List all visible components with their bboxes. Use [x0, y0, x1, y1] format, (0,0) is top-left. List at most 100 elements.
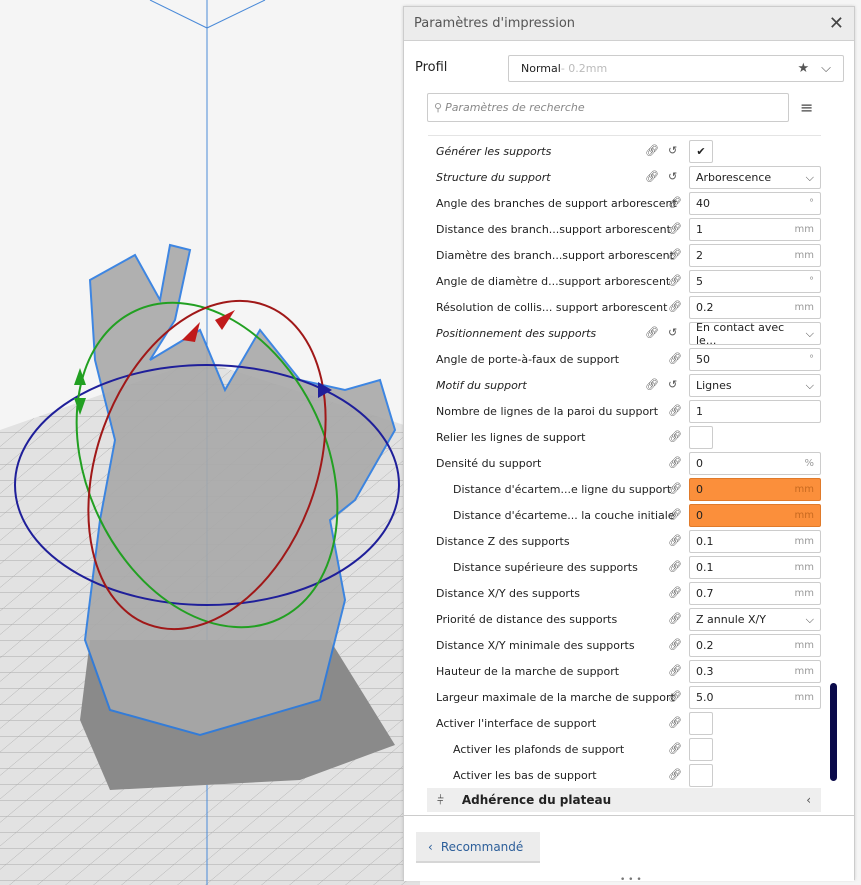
- link-icon[interactable]: 🔗︎: [668, 664, 682, 677]
- select-value: En contact avec le...: [696, 320, 785, 347]
- setting-row: Distance d'écarteme... la couche initial…: [404, 502, 824, 528]
- setting-select[interactable]: En contact avec le... ⌵: [689, 320, 821, 347]
- setting-label: Distance supérieure des supports: [453, 561, 638, 574]
- scrollbar[interactable]: [830, 683, 837, 781]
- setting-row: Structure du support 🔗︎ ↺ Arborescence ⌵: [404, 164, 824, 190]
- setting-input[interactable]: 1 mm: [689, 218, 821, 241]
- input-value: 2: [696, 249, 703, 262]
- reset-icon[interactable]: ↺: [668, 378, 677, 391]
- setting-input[interactable]: 0 mm: [689, 478, 821, 501]
- settings-list: Générer les supports 🔗︎ ↺ ✔ Structure du sup…: [404, 138, 824, 788]
- link-icon[interactable]: 🔗︎: [645, 144, 659, 157]
- setting-row: Positionnement des supports 🔗︎ ↺ En contact…: [404, 320, 824, 347]
- input-value: 0: [696, 509, 703, 522]
- setting-row: Densité du support 🔗︎ 0%: [404, 450, 824, 476]
- setting-label: Angle de porte-à-faux de support: [436, 353, 620, 366]
- profile-value: Normal: [521, 62, 561, 75]
- setting-input[interactable]: 0.7 mm: [689, 582, 821, 605]
- link-icon[interactable]: 🔗︎: [668, 248, 682, 261]
- setting-input[interactable]: 0.3 mm: [689, 660, 821, 683]
- close-icon[interactable]: ✕: [829, 13, 844, 34]
- setting-checkbox[interactable]: [689, 426, 713, 449]
- setting-label: Angle de diamètre d...support arborescen…: [436, 275, 671, 288]
- setting-label: Nombre de lignes de la paroi du support: [436, 405, 659, 418]
- hamburger-menu-icon[interactable]: ≡: [800, 98, 813, 117]
- chevron-left-icon: ‹: [806, 793, 811, 807]
- setting-input[interactable]: 0.2 mm: [689, 634, 821, 657]
- input-value: 0: [696, 457, 703, 470]
- recommended-label: Recommandé: [440, 839, 524, 854]
- link-icon[interactable]: 🔗︎: [668, 300, 682, 313]
- setting-label: Activer les bas de support: [453, 769, 597, 782]
- link-icon[interactable]: 🔗︎: [668, 586, 682, 599]
- section-bed-adhesion[interactable]: ⫩ Adhérence du plateau ‹: [427, 788, 821, 812]
- search-input[interactable]: ⚲ Paramètres de recherche: [427, 93, 789, 122]
- link-icon[interactable]: 🔗︎: [668, 482, 682, 495]
- link-icon[interactable]: 🔗︎: [668, 352, 682, 365]
- setting-input[interactable]: 0 mm: [689, 504, 821, 527]
- setting-input[interactable]: 0.1 mm: [689, 556, 821, 579]
- link-icon[interactable]: 🔗︎: [668, 716, 682, 729]
- setting-input[interactable]: 50 °: [689, 348, 821, 371]
- setting-label: Distance d'écartem...e ligne du support: [453, 483, 672, 496]
- reset-icon[interactable]: ↺: [668, 170, 677, 183]
- link-icon[interactable]: 🔗︎: [668, 274, 682, 287]
- input-value: 5.0: [696, 691, 714, 704]
- profile-select[interactable]: Normal - 0.2mm ★ ⌵: [508, 55, 844, 82]
- setting-input[interactable]: 0.2 mm: [689, 296, 821, 319]
- setting-label: Diamètre des branch...support arborescen…: [436, 249, 674, 262]
- setting-input[interactable]: 0%: [689, 452, 821, 475]
- resize-handle[interactable]: • • •: [620, 875, 642, 885]
- select-value: Lignes: [696, 379, 732, 392]
- link-icon[interactable]: 🔗︎: [668, 404, 682, 417]
- link-icon[interactable]: 🔗︎: [645, 378, 659, 391]
- link-icon[interactable]: 🔗︎: [668, 768, 682, 781]
- link-icon[interactable]: 🔗︎: [668, 456, 682, 469]
- link-icon[interactable]: 🔗︎: [668, 612, 682, 625]
- link-icon[interactable]: 🔗︎: [668, 508, 682, 521]
- input-value: 0.2: [696, 639, 714, 652]
- link-icon[interactable]: 🔗︎: [668, 742, 682, 755]
- reset-icon[interactable]: ↺: [668, 144, 677, 157]
- setting-checkbox[interactable]: [689, 712, 713, 735]
- setting-row: Activer les plafonds de support 🔗︎: [404, 736, 824, 762]
- setting-input[interactable]: 5.0 mm: [689, 686, 821, 709]
- setting-checkbox[interactable]: [689, 738, 713, 761]
- unit-label: mm: [794, 510, 814, 521]
- recommended-button[interactable]: ‹ Recommandé: [416, 832, 540, 863]
- setting-checkbox[interactable]: [689, 764, 713, 787]
- reset-icon[interactable]: ↺: [668, 326, 677, 339]
- setting-row: Distance X/Y minimale des supports 🔗︎ 0.2 m…: [404, 632, 824, 658]
- link-icon[interactable]: 🔗︎: [668, 534, 682, 547]
- link-icon[interactable]: 🔗︎: [668, 560, 682, 573]
- setting-row: Angle de diamètre d...support arborescen…: [404, 268, 824, 294]
- unit-label: mm: [794, 484, 814, 495]
- link-icon[interactable]: 🔗︎: [668, 638, 682, 651]
- setting-row: Motif du support 🔗︎ ↺ Lignes ⌵: [404, 372, 824, 398]
- star-icon[interactable]: ★: [797, 61, 809, 76]
- profile-row: Profil Normal - 0.2mm ★ ⌵: [404, 55, 854, 83]
- setting-input[interactable]: 2 mm: [689, 244, 821, 267]
- setting-input[interactable]: 5 °: [689, 270, 821, 293]
- setting-select[interactable]: Arborescence ⌵: [689, 166, 821, 189]
- setting-input[interactable]: 0.1 mm: [689, 530, 821, 553]
- setting-input[interactable]: 40 °: [689, 192, 821, 215]
- link-icon[interactable]: 🔗︎: [668, 690, 682, 703]
- link-icon[interactable]: 🔗︎: [668, 196, 682, 209]
- setting-row: Distance des branch...support arborescen…: [404, 216, 824, 242]
- setting-select[interactable]: Lignes ⌵: [689, 374, 821, 397]
- bed-adhesion-icon: ⫩: [437, 792, 444, 807]
- link-icon[interactable]: 🔗︎: [645, 326, 659, 339]
- chevron-down-icon: ⌵: [805, 612, 814, 626]
- setting-select[interactable]: Z annule X/Y ⌵: [689, 608, 821, 631]
- link-icon[interactable]: 🔗︎: [668, 222, 682, 235]
- setting-label: Distance d'écarteme... la couche initial…: [453, 509, 675, 522]
- setting-label: Distance X/Y minimale des supports: [436, 639, 635, 652]
- link-icon[interactable]: 🔗︎: [645, 170, 659, 183]
- setting-checkbox[interactable]: ✔: [689, 140, 713, 163]
- setting-input[interactable]: 1: [689, 400, 821, 423]
- unit-label: mm: [794, 640, 814, 651]
- setting-label: Structure du support: [436, 171, 551, 184]
- unit-label: %: [804, 458, 814, 469]
- link-icon[interactable]: 🔗︎: [668, 430, 682, 443]
